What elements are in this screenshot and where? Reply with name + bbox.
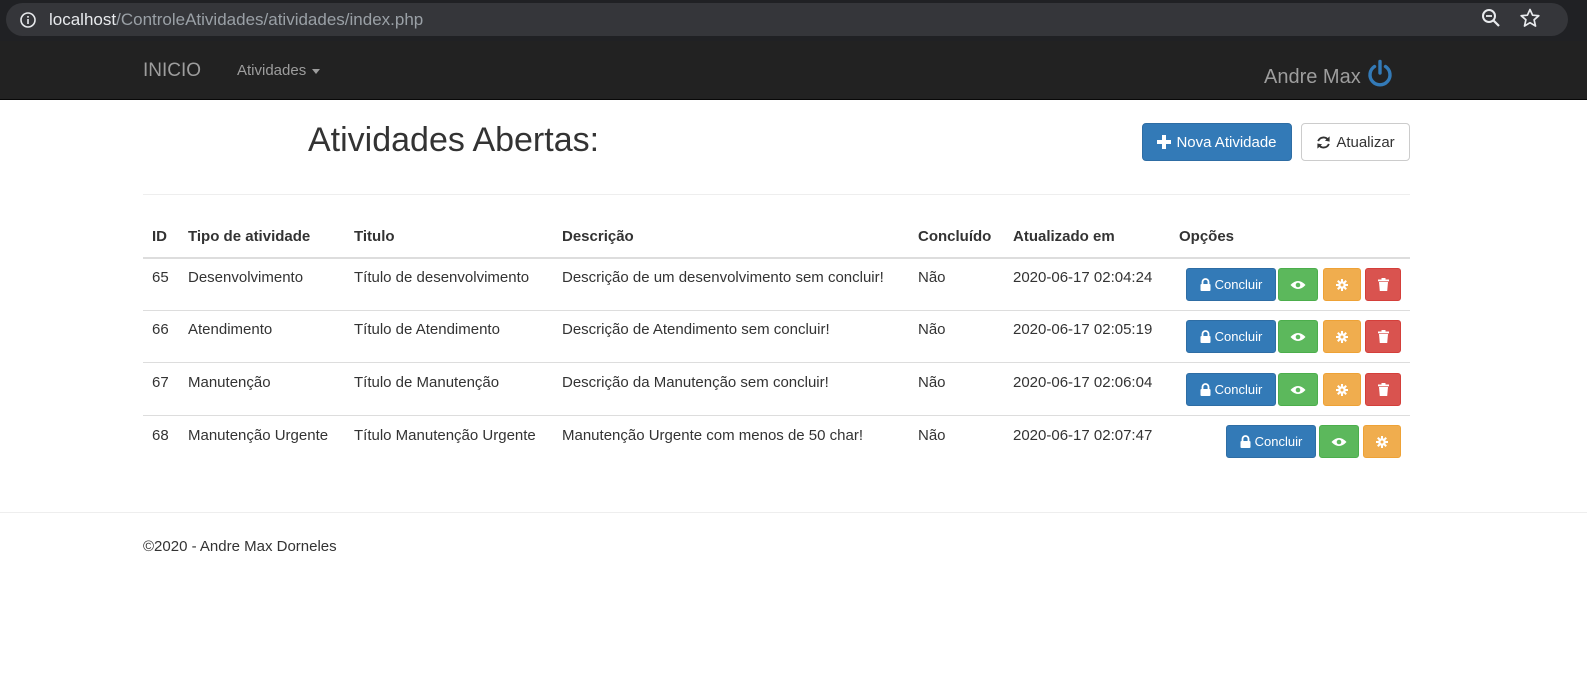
col-header-titulo[interactable]: Titulo [354,228,395,245]
cell-id: 66 [152,321,169,338]
footer-copyright: ©2020 - Andre Max Dorneles [143,538,337,555]
cell-id: 67 [152,374,169,391]
footer-divider [0,512,1587,513]
delete-button[interactable] [1365,320,1401,353]
caret-down-icon [312,69,321,74]
gear-icon [1336,278,1348,291]
row-divider [143,362,1410,363]
atualizar-button[interactable]: Atualizar [1301,123,1410,161]
edit-button[interactable] [1323,373,1361,406]
address-bar[interactable]: localhost/ControleAtividades/atividades/… [6,3,1568,36]
cell-tipo: Manutenção Urgente [188,427,329,444]
cell-tipo: Desenvolvimento [188,269,304,286]
cell-concluido: Não [918,427,946,444]
gear-icon [1336,330,1348,343]
trash-icon [1377,278,1389,291]
nav-menu-atividades-label: Atividades [237,62,307,79]
browser-toolbar: localhost/ControleAtividades/atividades/… [0,0,1587,41]
cell-descricao: Descrição de um desenvolvimento sem conc… [562,269,884,286]
concluir-label: Concluir [1254,434,1303,449]
gear-icon [1336,383,1348,396]
info-icon[interactable] [20,12,36,28]
concluir-button[interactable]: Concluir [1186,320,1276,353]
url-host: localhost [49,10,117,29]
concluir-button[interactable]: Concluir [1186,373,1276,406]
cell-titulo: Título de Manutenção [354,374,500,391]
cell-concluido: Não [918,374,946,391]
col-header-opcoes: Opções [1179,228,1235,245]
nova-atividade-label: Nova Atividade [1176,133,1277,151]
concluir-button[interactable]: Concluir [1186,268,1276,301]
cell-descricao: Descrição da Manutenção sem concluir! [562,374,829,391]
cell-titulo: Título de desenvolvimento [354,269,530,286]
cell-descricao: Descrição de Atendimento sem concluir! [562,321,830,338]
cell-atualizado: 2020-06-17 02:06:04 [1013,374,1153,391]
concluir-label: Concluir [1214,277,1263,292]
nav-user-name: Andre Max [1264,66,1361,88]
cell-descricao: Manutenção Urgente com menos de 50 char! [562,427,864,444]
url-text[interactable]: localhost/ControleAtividades/atividades/… [49,10,423,30]
page-title: Atividades Abertas: [308,121,600,159]
lock-icon [1200,330,1211,343]
nav-brand-inicio[interactable]: INICIO [143,60,201,82]
eye-icon [1331,437,1347,446]
top-navbar: INICIO Atividades Andre Max [0,41,1587,100]
col-header-concluido[interactable]: Concluído [918,228,991,245]
col-header-tipo[interactable]: Tipo de atividade [188,228,310,245]
view-button[interactable] [1319,425,1359,458]
concluir-label: Concluir [1214,329,1263,344]
delete-button[interactable] [1365,268,1401,301]
cell-atualizado: 2020-06-17 02:07:47 [1013,427,1153,444]
cell-id: 65 [152,269,169,286]
url-path: /ControleAtividades/atividades/index.php [116,10,424,29]
cell-atualizado: 2020-06-17 02:05:19 [1013,321,1153,338]
atualizar-label: Atualizar [1336,133,1395,151]
cell-id: 68 [152,427,169,444]
row-divider [143,310,1410,311]
cell-concluido: Não [918,321,946,338]
cell-tipo: Manutenção [188,374,271,391]
nav-menu-atividades[interactable]: Atividades [237,62,321,79]
concluir-button[interactable]: Concluir [1226,425,1316,458]
plus-icon [1157,135,1172,149]
cell-concluido: Não [918,269,946,286]
col-header-atualizado[interactable]: Atualizado em [1013,228,1115,245]
lock-icon [1240,435,1251,448]
eye-icon [1290,385,1306,394]
delete-button[interactable] [1365,373,1401,406]
eye-icon [1290,280,1306,289]
lock-icon [1200,278,1211,291]
header-divider [143,194,1410,195]
star-icon[interactable] [1520,8,1540,28]
gear-icon [1376,435,1388,448]
cell-titulo: Título de Atendimento [354,321,500,338]
trash-icon [1377,383,1389,396]
power-icon[interactable] [1366,59,1394,89]
row-divider [143,415,1410,416]
col-header-id[interactable]: ID [152,228,167,245]
col-header-descricao[interactable]: Descrição [562,228,634,245]
table-header-divider [143,257,1410,259]
refresh-icon [1317,135,1331,149]
eye-icon [1290,332,1306,341]
edit-button[interactable] [1363,425,1401,458]
cell-titulo: Título Manutenção Urgente [354,427,536,444]
view-button[interactable] [1278,373,1318,406]
view-button[interactable] [1278,320,1318,353]
view-button[interactable] [1278,268,1318,301]
zoom-icon[interactable] [1481,8,1501,28]
cell-tipo: Atendimento [188,321,273,338]
edit-button[interactable] [1323,320,1361,353]
cell-atualizado: 2020-06-17 02:04:24 [1013,269,1153,286]
concluir-label: Concluir [1214,382,1263,397]
trash-icon [1377,330,1389,343]
edit-button[interactable] [1323,268,1361,301]
nova-atividade-button[interactable]: Nova Atividade [1142,123,1292,161]
lock-icon [1200,383,1211,396]
